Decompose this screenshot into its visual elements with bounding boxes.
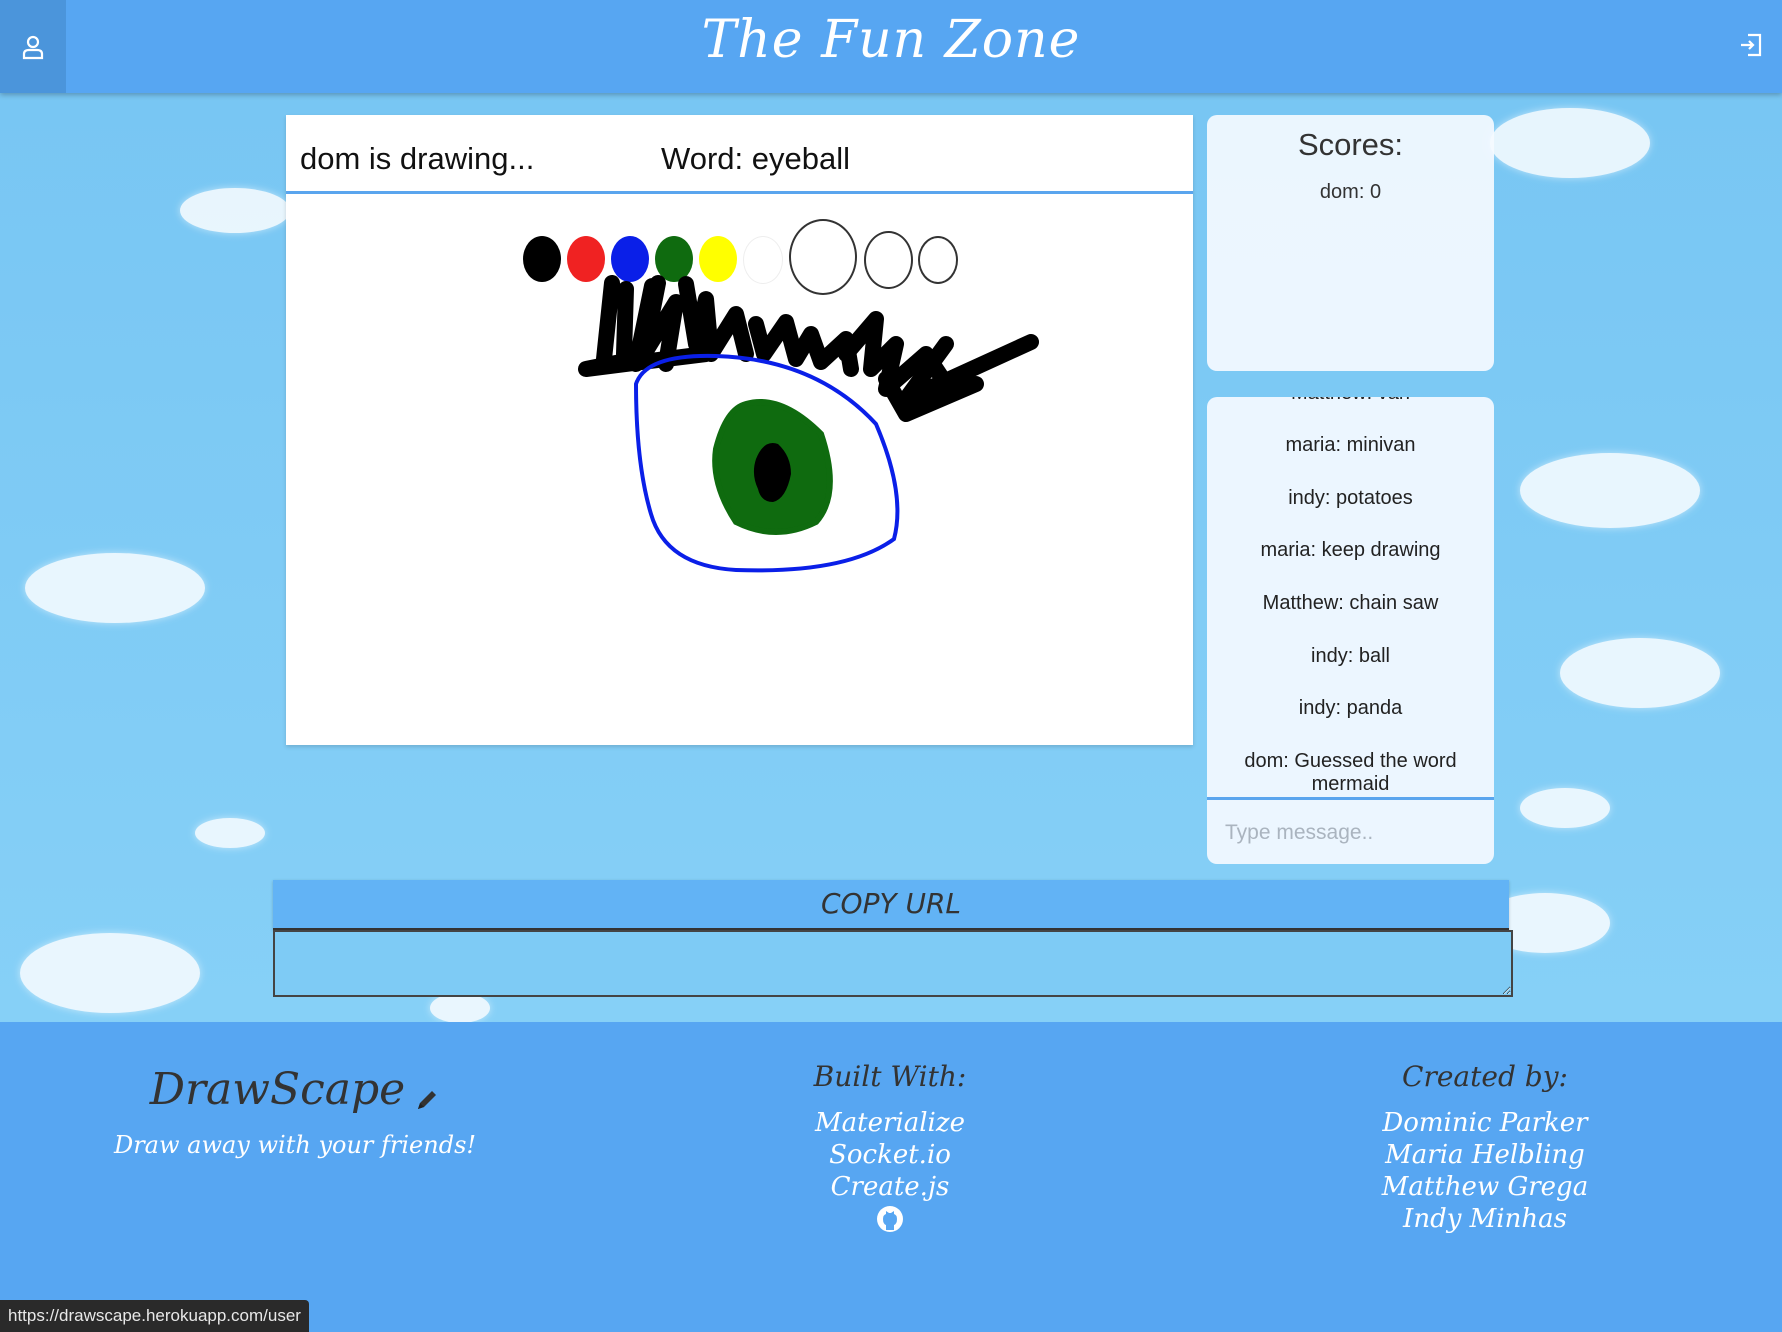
chat-input[interactable] [1223, 814, 1477, 852]
cloud [1490, 108, 1650, 178]
creator-name[interactable]: Dominic Parker [1335, 1107, 1635, 1139]
footer: DrawScape Draw away with your friends! B… [0, 1022, 1782, 1332]
cloud [1560, 638, 1720, 708]
navbar: The Fun Zone [0, 0, 1782, 93]
drawing-canvas[interactable] [286, 194, 1193, 745]
chat-messages[interactable]: Matthew: van maria: minivan indy: potato… [1207, 397, 1494, 800]
creator-name[interactable]: Matthew Grega [1335, 1171, 1635, 1203]
chat-message: indy: ball [1311, 645, 1390, 667]
created-by-heading: Created by: [1402, 1060, 1568, 1093]
chat-card: Matthew: van maria: minivan indy: potato… [1207, 397, 1494, 864]
link-materialize[interactable]: Materialize [740, 1107, 1040, 1139]
copy-url-button[interactable]: COPY URL [273, 880, 1509, 930]
link-createjs[interactable]: Create.js [740, 1171, 1040, 1203]
chat-message: Matthew: chain saw [1262, 592, 1439, 614]
footer-brand-column: DrawScape Draw away with your friends! [110, 1064, 480, 1159]
cloud [1520, 453, 1700, 528]
link-socketio[interactable]: Socket.io [740, 1139, 1040, 1171]
chat-message: indy: panda [1298, 697, 1403, 719]
created-by-column: Created by: Dominic Parker Maria Helblin… [1335, 1060, 1635, 1235]
chat-message: maria: minivan [1285, 434, 1416, 456]
game-card: dom is drawing... Word: eyeball [286, 115, 1193, 745]
status-bar-url: https://drawscape.herokuapp.com/user [0, 1300, 309, 1332]
eye-drawing [578, 275, 1039, 573]
github-icon [877, 1206, 903, 1232]
cloud [25, 553, 205, 623]
github-link[interactable] [740, 1205, 1040, 1237]
drawing-status: dom is drawing... [300, 141, 535, 176]
scores-card: Scores: dom: 0 [1207, 115, 1494, 371]
word-label: Word: eyeball [661, 141, 850, 176]
url-textarea[interactable] [273, 930, 1513, 997]
chat-message: indy: potatoes [1288, 487, 1413, 509]
game-header: dom is drawing... Word: eyeball [286, 115, 1193, 194]
chat-message: maria: keep drawing [1260, 539, 1441, 561]
logout-icon [1741, 33, 1762, 57]
scores-title: Scores: [1297, 127, 1404, 162]
app-title[interactable]: The Fun Zone [0, 10, 1782, 70]
pencil-icon [418, 1090, 437, 1109]
creator-name[interactable]: Maria Helbling [1335, 1139, 1635, 1171]
footer-tagline: Draw away with your friends! [113, 1131, 477, 1159]
logout-button[interactable] [1734, 28, 1768, 62]
cloud [195, 818, 265, 848]
chat-message: Matthew: van [1207, 397, 1494, 405]
built-with-column: Built With: Materialize Socket.io Create… [740, 1060, 1040, 1237]
cloud [180, 188, 290, 233]
chat-message: dom: Guessed the word mermaid [1244, 750, 1457, 795]
built-with-heading: Built With: [813, 1060, 967, 1093]
cloud [430, 993, 490, 1022]
footer-brand-name: DrawScape [149, 1064, 406, 1115]
cloud [1520, 788, 1610, 828]
footer-brand: DrawScape [110, 1064, 480, 1115]
cloud [20, 933, 200, 1013]
creator-name[interactable]: Indy Minhas [1335, 1203, 1635, 1235]
score-item: dom: 0 [1319, 181, 1382, 203]
